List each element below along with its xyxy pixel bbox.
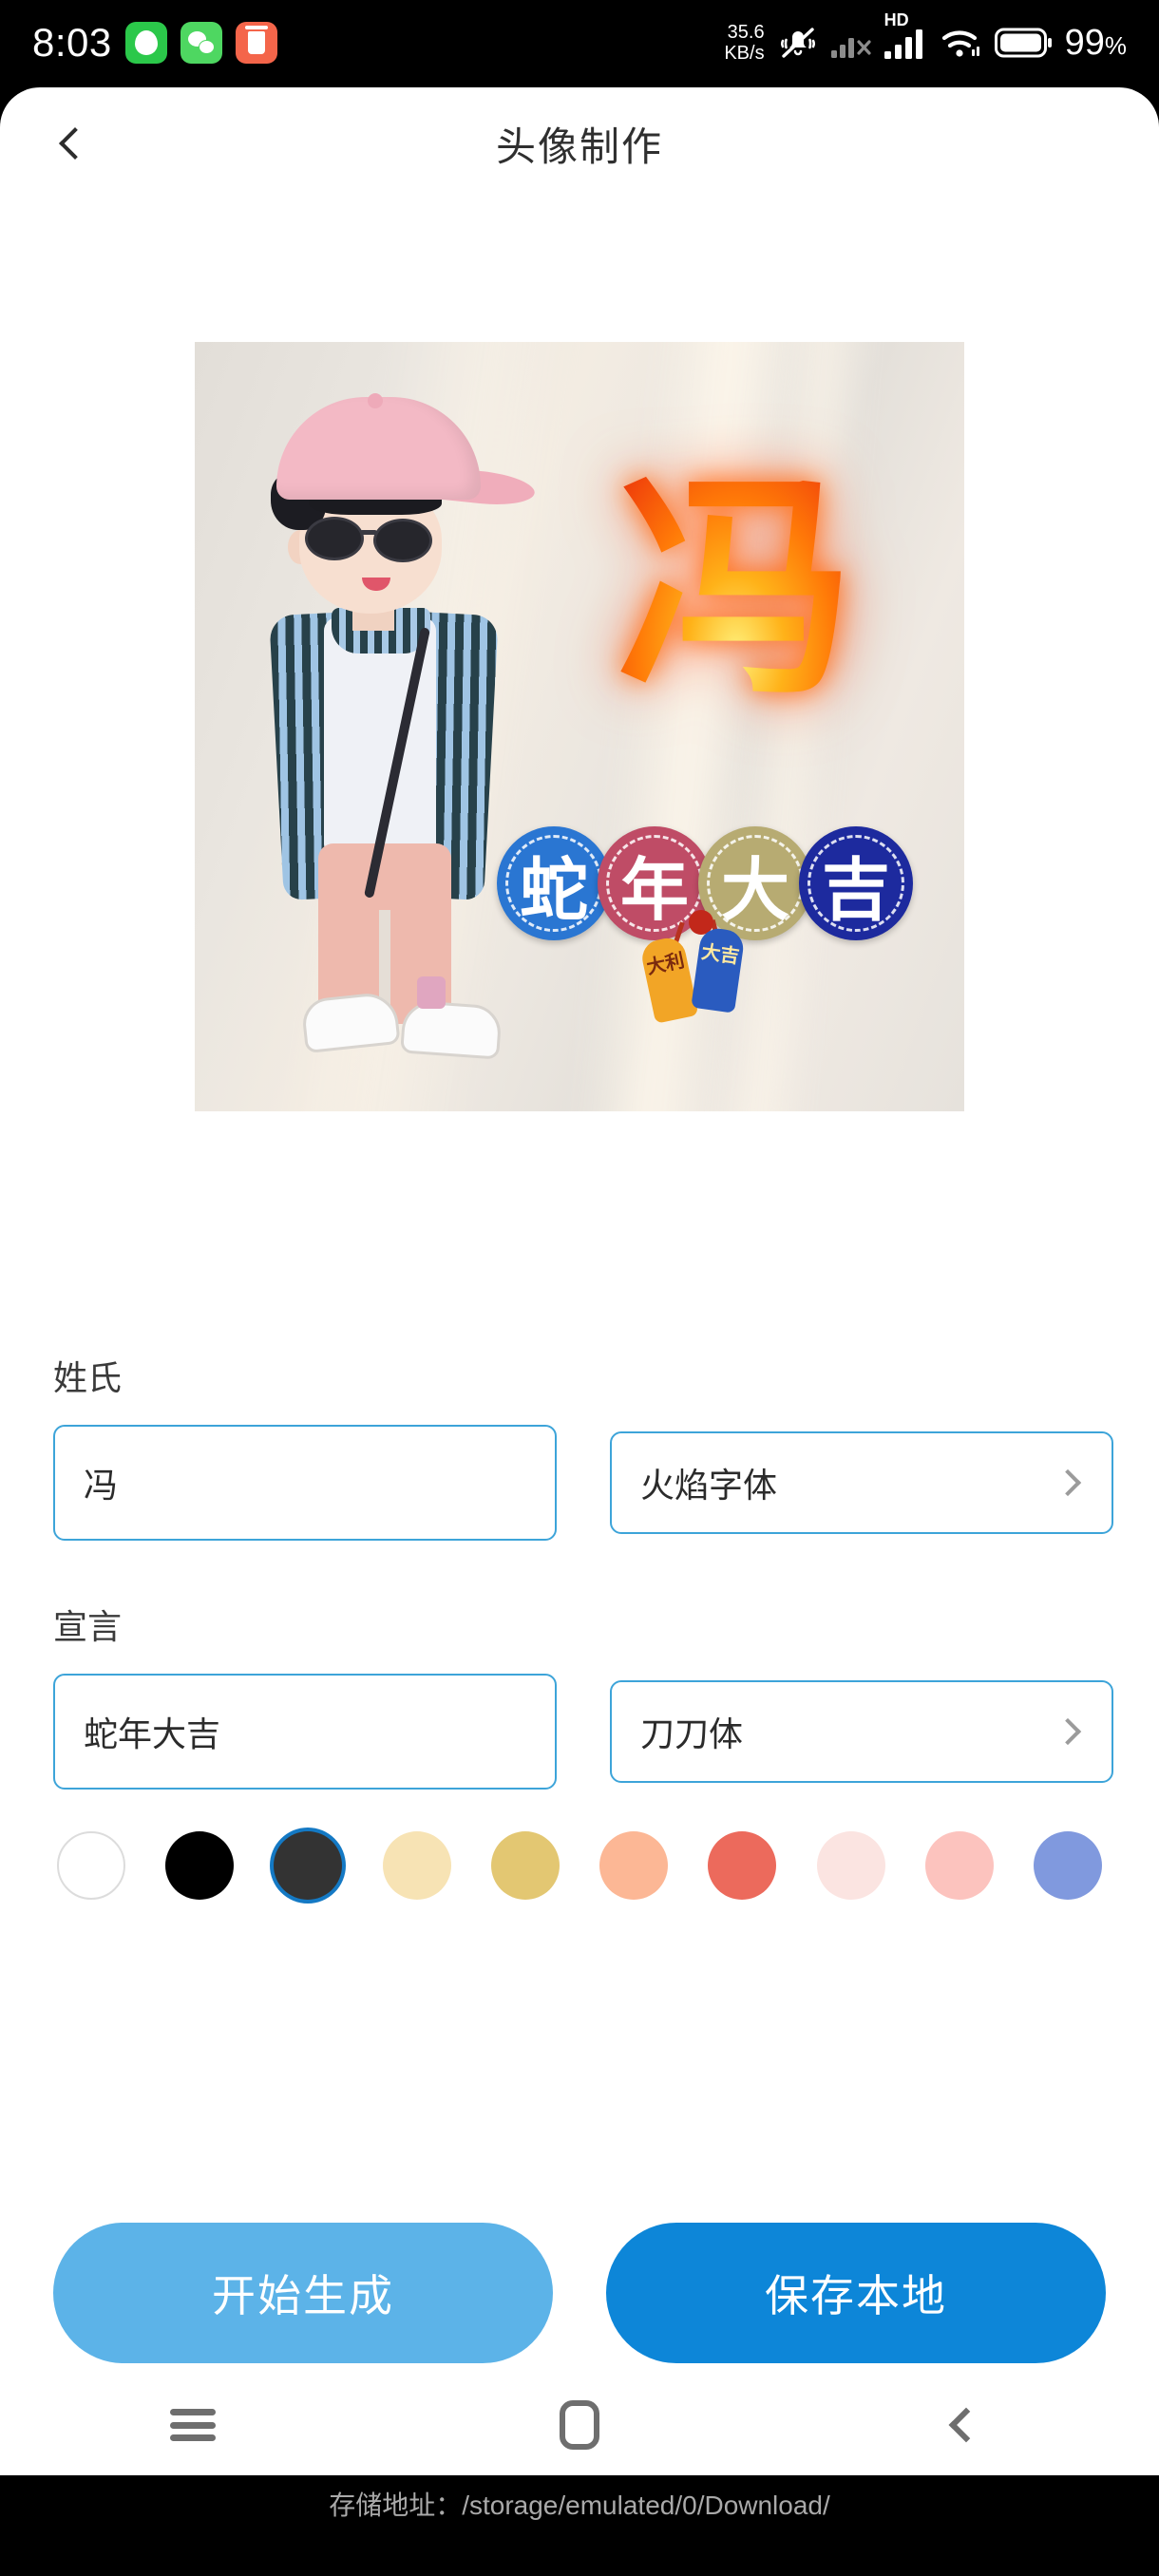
declaration-input[interactable]: 蛇年大吉 [53, 1674, 557, 1790]
chevron-left-icon [59, 127, 91, 160]
signal-no-service-icon [830, 38, 871, 58]
nav-back-button[interactable] [909, 2385, 1023, 2465]
settings-form: 姓氏 冯 火焰字体 宣言 蛇年大吉 刀刀体 [0, 1351, 1159, 1900]
hd-label: HD [884, 10, 909, 29]
surname-label: 姓氏 [53, 1358, 123, 1397]
color-swatch-blush[interactable] [816, 1831, 885, 1900]
status-bar-right: 35.6 KB/s HD 99% [724, 10, 1127, 64]
status-bar: 8:03 35.6 KB/s HD 99% [0, 0, 1159, 95]
app-header: 头像制作 [0, 87, 1159, 199]
status-clock: 8:03 [32, 20, 112, 65]
preview-container: 冯 蛇 年 大 吉 大利 大吉 [0, 342, 1159, 1111]
page-title: 头像制作 [495, 123, 663, 169]
mute-icon [780, 28, 815, 58]
wechat-icon [180, 22, 222, 64]
app-sheet: 头像制作 冯 蛇 年 大 吉 大利 大吉 姓氏 冯 火焰字体 宣言 蛇年大吉 刀… [0, 87, 1159, 2520]
color-swatch-list [53, 1831, 1106, 1900]
boy-illustration [250, 393, 592, 1062]
slogan-circle: 吉 [799, 826, 913, 940]
color-swatch-coral[interactable] [708, 1831, 777, 1900]
declaration-font-value: 刀刀体 [640, 1714, 744, 1753]
surname-font-value: 火焰字体 [640, 1466, 778, 1505]
color-swatch-pink[interactable] [924, 1831, 994, 1900]
chevron-right-icon [1054, 1468, 1082, 1497]
color-swatch-white[interactable] [57, 1831, 125, 1900]
battery-icon [994, 28, 1052, 58]
menu-icon [170, 2409, 217, 2441]
wifi-icon [941, 30, 979, 57]
battery-percent-value: 99 [1064, 22, 1105, 63]
back-button[interactable] [46, 114, 104, 173]
slogan-circle: 蛇 [497, 826, 611, 940]
generate-button[interactable]: 开始生成 [53, 2223, 553, 2363]
surname-font-select[interactable]: 火焰字体 [610, 1431, 1113, 1534]
declaration-row: 蛇年大吉 刀刀体 [53, 1674, 1113, 1790]
surname-input[interactable]: 冯 [53, 1425, 557, 1541]
color-swatch-black[interactable] [165, 1831, 235, 1900]
chat-bubble-icon [124, 22, 167, 64]
storage-path-text: 存储地址：/storage/emulated/0/Download/ [329, 2491, 830, 2520]
nav-recents-button[interactable] [136, 2385, 250, 2465]
action-buttons: 开始生成 保存本地 [0, 2223, 1159, 2363]
color-swatch-gold[interactable] [490, 1831, 560, 1900]
trash-icon [235, 22, 277, 64]
surname-row: 冯 火焰字体 [53, 1425, 1113, 1541]
flame-surname-char: 冯 [603, 446, 869, 741]
system-navigation-bar [0, 2375, 1159, 2475]
nav-home-button[interactable] [522, 2385, 636, 2465]
avatar-preview[interactable]: 冯 蛇 年 大 吉 大利 大吉 [195, 342, 964, 1111]
network-speed-value: 35.6 [727, 22, 765, 43]
chevron-right-icon [1054, 1717, 1082, 1746]
network-speed: 35.6 KB/s [724, 22, 764, 64]
network-speed-unit: KB/s [724, 43, 765, 64]
declaration-font-select[interactable]: 刀刀体 [610, 1680, 1113, 1783]
lucky-tag: 大利 [638, 935, 699, 1024]
battery-percent-symbol: % [1104, 30, 1127, 60]
lucky-tags: 大利 大吉 [638, 910, 765, 1035]
color-swatch-peach[interactable] [599, 1831, 669, 1900]
home-square-icon [559, 2400, 599, 2450]
phone-screen: 8:03 35.6 KB/s HD 99% 头像制作 冯 蛇 年 大 吉 大利 … [0, 0, 1159, 2576]
save-button[interactable]: 保存本地 [606, 2223, 1106, 2363]
chevron-left-icon [948, 2407, 984, 2443]
color-swatch-cream[interactable] [382, 1831, 451, 1900]
color-swatch-periwinkle[interactable] [1033, 1831, 1102, 1900]
color-swatch-dark-gray[interactable] [274, 1831, 343, 1900]
battery-percent: 99% [1065, 23, 1127, 64]
lucky-tag: 大吉 [691, 926, 746, 1013]
hd-signal-icon: HD [884, 10, 928, 60]
declaration-label: 宣言 [53, 1607, 123, 1646]
status-bar-left: 8:03 [32, 20, 277, 66]
